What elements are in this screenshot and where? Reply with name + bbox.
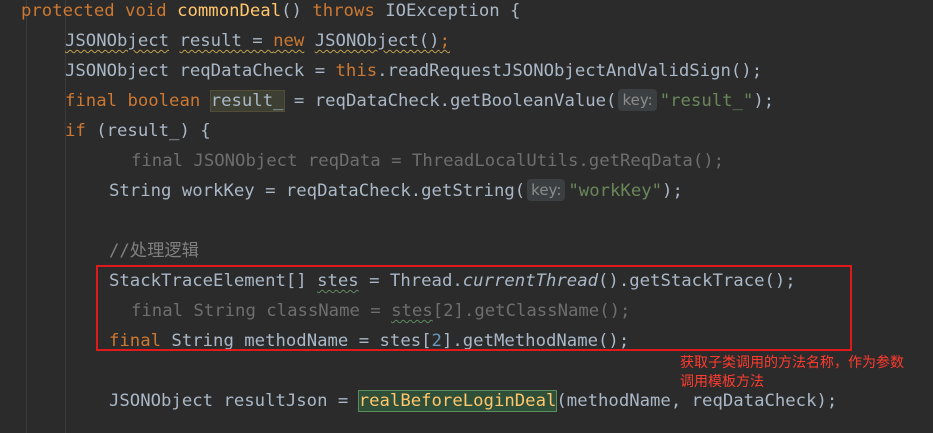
code-text: ); — [753, 91, 775, 111]
method-call-highlight: realBeforeLoginDeal — [357, 390, 558, 412]
code-text: String workKey = reqDataCheck.getString( — [109, 181, 526, 201]
parameter-hint: key: — [527, 179, 566, 201]
code-text: JSONObject resultJson = — [109, 391, 359, 411]
code-line-5[interactable]: if (result_) { — [65, 116, 211, 146]
indent-guide — [26, 0, 27, 433]
code-line-3[interactable]: JSONObject reqDataCheck = this.readReque… — [65, 56, 762, 86]
code-text: JSONObject() — [314, 31, 440, 51]
keyword: throws — [312, 1, 375, 21]
annotation-text-1: 获取子类调用的方法名称，作为参数 — [680, 355, 904, 371]
class-name: JSONObject — [65, 31, 170, 51]
code-line-9[interactable]: //处理逻辑 — [109, 236, 199, 266]
variable: result — [179, 31, 242, 51]
code-text: () — [281, 1, 302, 21]
code-line-6[interactable]: final JSONObject reqData = ThreadLocalUt… — [131, 146, 724, 176]
parameter-hint: key: — [618, 89, 657, 111]
code-text: = reqDataCheck.getBooleanValue( — [283, 91, 617, 111]
code-text: (result_) { — [85, 121, 211, 141]
string-literal: "workKey" — [568, 181, 663, 201]
code-editor[interactable]: protected void commonDeal() throws IOExc… — [0, 0, 933, 433]
variable-usage-highlight: result_ — [209, 90, 285, 112]
code-text: (methodName, reqDataCheck); — [556, 391, 838, 411]
semicolon: ; — [439, 31, 450, 51]
keyword: new — [273, 31, 305, 51]
highlight-box — [96, 265, 852, 351]
code-text: = — [241, 31, 274, 51]
code-line-4[interactable]: final boolean result_ = reqDataCheck.get… — [65, 86, 774, 116]
code-text: .readRequestJSONObjectAndValidSign(); — [377, 61, 763, 81]
keyword: void — [125, 1, 167, 21]
keyword: boolean — [127, 91, 201, 111]
string-literal: "result_" — [659, 91, 754, 111]
keyword: final — [65, 91, 118, 111]
code-text: IOException { — [385, 1, 521, 21]
code-line-2[interactable]: JSONObject result = new JSONObject(); — [65, 26, 450, 56]
method-name: commonDeal — [177, 1, 282, 21]
annotation-text-2: 调用模板方法 — [680, 374, 764, 390]
code-line-7[interactable]: String workKey = reqDataCheck.getString(… — [109, 176, 683, 206]
keyword: if — [65, 121, 86, 141]
unused-code-text: final JSONObject reqData = ThreadLocalUt… — [131, 151, 725, 171]
code-line-1[interactable]: protected void commonDeal() throws IOExc… — [21, 0, 520, 26]
keyword: protected — [21, 1, 115, 21]
code-text: JSONObject reqDataCheck = — [65, 61, 336, 81]
keyword: this — [335, 61, 378, 81]
code-text: ); — [662, 181, 683, 201]
comment: //处理逻辑 — [109, 241, 199, 261]
